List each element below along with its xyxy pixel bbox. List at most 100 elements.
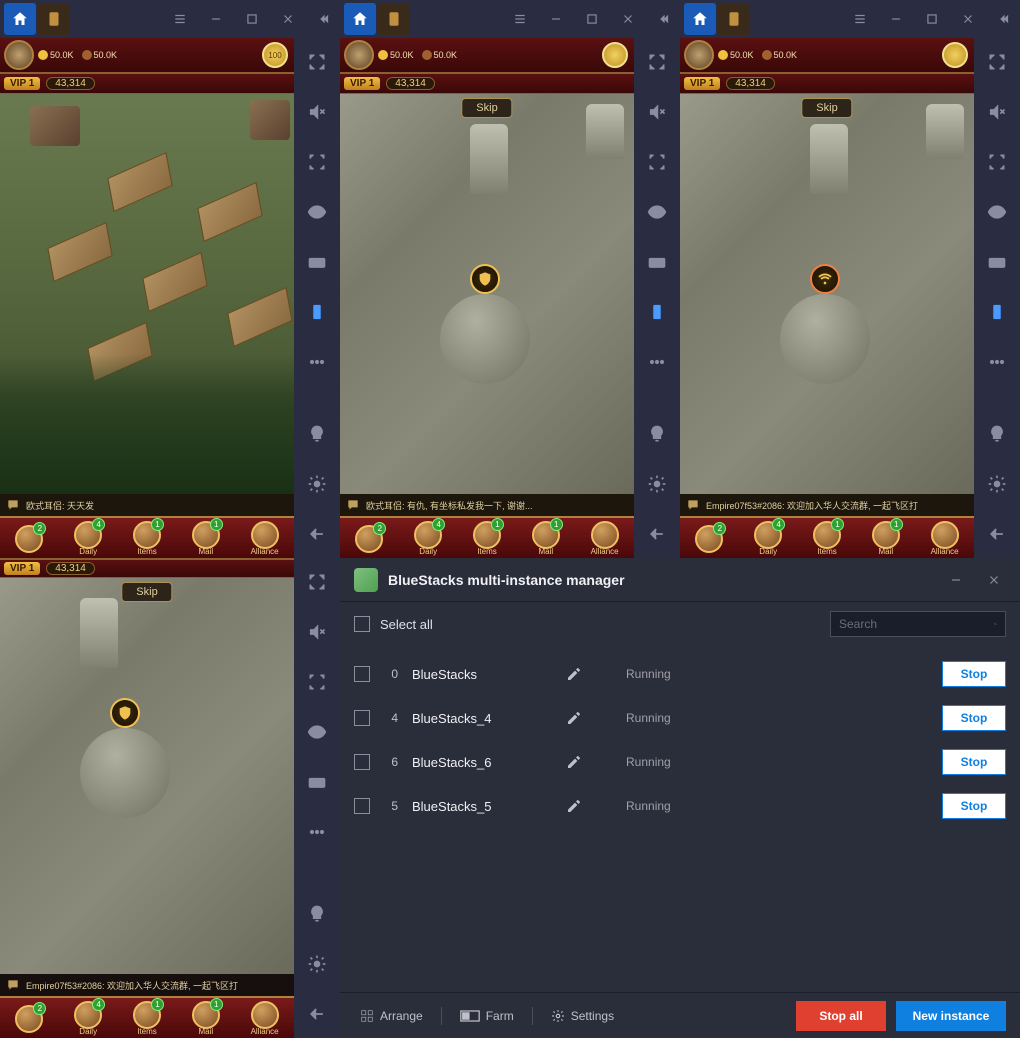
- empty-plot[interactable]: [107, 152, 172, 212]
- skip-button[interactable]: Skip: [461, 98, 512, 118]
- nav-boost[interactable]: 2: [695, 525, 723, 551]
- nav-alliance[interactable]: Alliance: [251, 1001, 279, 1036]
- nav-alliance[interactable]: Alliance: [931, 521, 959, 556]
- bulb-icon[interactable]: [303, 900, 331, 928]
- wood-resource[interactable]: 50.0K: [762, 50, 798, 60]
- nav-boost[interactable]: 2: [355, 525, 383, 551]
- keyboard-icon[interactable]: [303, 768, 331, 796]
- more-icon[interactable]: [303, 348, 331, 376]
- gear-icon[interactable]: [983, 470, 1011, 498]
- back-icon[interactable]: [303, 520, 331, 548]
- stop-all-button[interactable]: Stop all: [796, 1001, 886, 1031]
- nav-alliance[interactable]: Alliance: [591, 521, 619, 556]
- minimize-icon[interactable]: [544, 7, 568, 31]
- search-input[interactable]: [839, 617, 994, 631]
- player-avatar[interactable]: [4, 40, 34, 70]
- shield-badge-icon[interactable]: [110, 698, 140, 728]
- nav-alliance[interactable]: Alliance: [251, 521, 279, 556]
- maximize-icon[interactable]: [240, 7, 264, 31]
- nav-boost[interactable]: 2: [15, 525, 43, 551]
- collapse-icon[interactable]: [312, 7, 336, 31]
- back-icon[interactable]: [303, 1000, 331, 1028]
- gear-icon[interactable]: [303, 950, 331, 978]
- eye-icon[interactable]: [303, 198, 331, 226]
- chat-bar[interactable]: 欧式耳侣: 天天发: [0, 494, 294, 516]
- nav-boost[interactable]: 2: [15, 1005, 43, 1031]
- farm-button[interactable]: Farm: [454, 1009, 520, 1023]
- nav-mail[interactable]: 1Mail: [872, 521, 900, 556]
- expand-icon[interactable]: [303, 668, 331, 696]
- row-checkbox[interactable]: [354, 754, 370, 770]
- eye-icon[interactable]: [303, 718, 331, 746]
- back-icon[interactable]: [643, 520, 671, 548]
- wood-resource[interactable]: 50.0K: [82, 50, 118, 60]
- game-tab-icon[interactable]: [718, 3, 750, 35]
- close-icon[interactable]: [276, 7, 300, 31]
- home-tab-icon[interactable]: [4, 3, 36, 35]
- more-icon[interactable]: [643, 348, 671, 376]
- nav-items[interactable]: 1Items: [133, 521, 161, 556]
- keyboard-icon[interactable]: [643, 248, 671, 276]
- device-icon[interactable]: [303, 298, 331, 326]
- power-value[interactable]: 43,314: [386, 77, 435, 90]
- fullscreen-icon[interactable]: [983, 48, 1011, 76]
- gold-resource[interactable]: 50.0K: [38, 50, 74, 60]
- game-scene-city[interactable]: [340, 94, 634, 494]
- wood-resource[interactable]: 50.0K: [422, 50, 458, 60]
- stop-button[interactable]: Stop: [942, 705, 1006, 731]
- close-icon[interactable]: [616, 7, 640, 31]
- coin-counter[interactable]: 100: [262, 42, 288, 68]
- coin-counter[interactable]: [602, 42, 628, 68]
- nav-mail[interactable]: 1Mail: [192, 521, 220, 556]
- gear-icon[interactable]: [303, 470, 331, 498]
- maximize-icon[interactable]: [580, 7, 604, 31]
- shield-badge-icon[interactable]: [470, 264, 500, 294]
- fullscreen-icon[interactable]: [643, 48, 671, 76]
- gear-icon[interactable]: [643, 470, 671, 498]
- collapse-icon[interactable]: [652, 7, 676, 31]
- gold-resource[interactable]: 50.0K: [718, 50, 754, 60]
- edit-icon[interactable]: [566, 710, 582, 726]
- hamburger-icon[interactable]: [848, 7, 872, 31]
- edit-icon[interactable]: [566, 798, 582, 814]
- close-icon[interactable]: [956, 7, 980, 31]
- game-tab-icon[interactable]: [38, 3, 70, 35]
- volume-mute-icon[interactable]: [303, 98, 331, 126]
- row-checkbox[interactable]: [354, 798, 370, 814]
- search-box[interactable]: [830, 611, 1006, 637]
- eye-icon[interactable]: [643, 198, 671, 226]
- stop-button[interactable]: Stop: [942, 749, 1006, 775]
- game-scene-city[interactable]: [0, 578, 294, 974]
- expand-icon[interactable]: [983, 148, 1011, 176]
- skip-button[interactable]: Skip: [121, 582, 172, 602]
- minimize-icon[interactable]: [944, 568, 968, 592]
- more-icon[interactable]: [303, 818, 331, 846]
- nav-daily[interactable]: 4Daily: [754, 521, 782, 556]
- back-icon[interactable]: [983, 520, 1011, 548]
- volume-mute-icon[interactable]: [983, 98, 1011, 126]
- row-checkbox[interactable]: [354, 710, 370, 726]
- power-value[interactable]: 43,314: [46, 77, 95, 90]
- player-avatar[interactable]: [684, 40, 714, 70]
- select-all-checkbox[interactable]: [354, 616, 370, 632]
- vip-badge[interactable]: VIP 1: [344, 77, 380, 90]
- hamburger-icon[interactable]: [508, 7, 532, 31]
- gold-resource[interactable]: 50.0K: [378, 50, 414, 60]
- minimize-icon[interactable]: [884, 7, 908, 31]
- castle-tower[interactable]: [586, 104, 624, 159]
- empty-plot[interactable]: [227, 287, 292, 347]
- castle-tower[interactable]: [810, 124, 848, 194]
- collapse-icon[interactable]: [992, 7, 1016, 31]
- chat-bar[interactable]: 欧式耳侣: 有仇, 有坐标私发我一下, 谢谢...: [340, 494, 634, 516]
- volume-mute-icon[interactable]: [643, 98, 671, 126]
- castle-main[interactable]: [440, 294, 530, 384]
- skip-button[interactable]: Skip: [801, 98, 852, 118]
- bulb-icon[interactable]: [643, 420, 671, 448]
- minimize-icon[interactable]: [204, 7, 228, 31]
- row-checkbox[interactable]: [354, 666, 370, 682]
- home-tab-icon[interactable]: [344, 3, 376, 35]
- castle-main[interactable]: [780, 294, 870, 384]
- building[interactable]: [30, 106, 80, 146]
- stop-button[interactable]: Stop: [942, 661, 1006, 687]
- edit-icon[interactable]: [566, 754, 582, 770]
